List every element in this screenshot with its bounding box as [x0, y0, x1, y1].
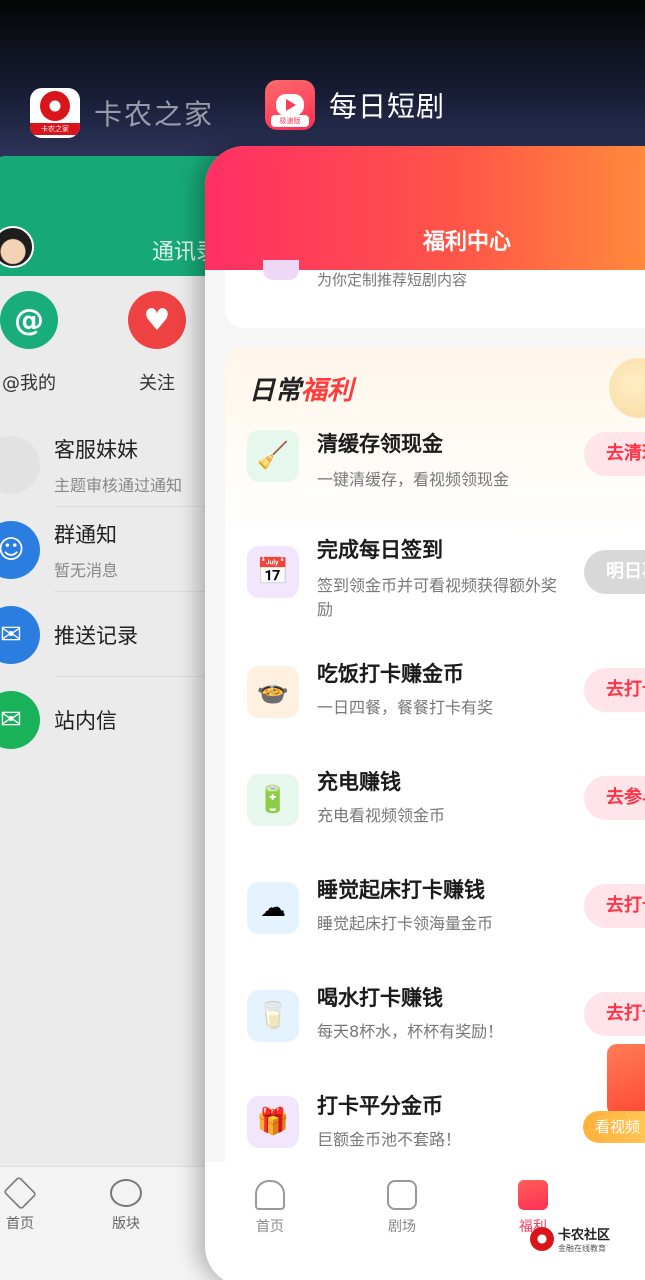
right-app-card[interactable]: 福利中心 为你定制推荐短剧内容 日常福利 🧹 清缓存领现金 一键清缓存，看视频领… — [205, 146, 645, 1280]
list-item-title: 站内信 — [54, 708, 117, 733]
task-name: 清缓存领现金 — [317, 432, 443, 456]
task-desc: 一日四餐，餐餐打卡有奖 — [317, 698, 494, 717]
heart-plus-icon: ♥ — [128, 291, 186, 349]
task-name: 完成每日签到 — [317, 538, 443, 562]
promo-text: 为你定制推荐短剧内容 — [317, 271, 468, 289]
watermark: 卡农社区 金融在线教育 — [530, 1224, 610, 1254]
task-button[interactable]: 去清理 — [584, 432, 645, 476]
right-app-title: 每日短剧 — [329, 90, 446, 123]
task-desc: 一键清缓存，看视频领现金 — [317, 470, 510, 489]
watermark-title: 卡农社区 — [558, 1228, 611, 1243]
quick-action-label: @我的 — [2, 373, 56, 394]
theater-icon — [387, 1180, 417, 1210]
tab-boards[interactable]: 版块 — [110, 1179, 142, 1233]
task-row[interactable]: 🔋 充电赚钱 充电看视频领金币 去参与 — [225, 762, 645, 870]
list-item-subtitle: 暂无消息 — [54, 560, 119, 580]
list-item-title: 客服妹妹 — [54, 437, 138, 462]
list-item-subtitle: 主题审核通过通知 — [54, 475, 183, 495]
task-button[interactable]: 去打卡 — [584, 992, 645, 1036]
quick-action-mentions[interactable]: @ @我的 — [0, 291, 58, 395]
section-title-accent: 福利 — [301, 376, 354, 406]
task-button[interactable]: 去打卡 — [584, 668, 645, 712]
task-name: 喝水打卡赚钱 — [317, 986, 443, 1010]
at-icon: @ — [0, 291, 58, 349]
task-button[interactable]: 去参与 — [584, 776, 645, 820]
welfare-header: 福利中心 — [205, 146, 645, 270]
task-row[interactable]: 📅 完成每日签到 签到领金币并可看视频获得额外奖励 明日再来 — [225, 516, 645, 624]
moon-cloud-icon: ☁ — [247, 882, 299, 934]
avatar[interactable] — [0, 226, 34, 268]
gift-box-icon[interactable] — [607, 1044, 645, 1116]
task-name: 打卡平分金币 — [317, 1094, 443, 1118]
watch-video-button[interactable]: 看视频 — [583, 1111, 645, 1143]
calendar-check-icon: 📅 — [247, 546, 299, 598]
left-app-header[interactable]: 卡农之家 卡农之家 — [30, 88, 214, 138]
left-app-title: 卡农之家 — [94, 98, 215, 131]
home-diamond-icon — [3, 1176, 37, 1210]
task-row[interactable]: ☁ 睡觉起床打卡赚钱 睡觉起床打卡领海量金币 去打卡 — [225, 870, 645, 978]
tab-theater[interactable]: 剧场 — [387, 1180, 417, 1236]
task-row[interactable]: 🧹 清缓存领现金 一键清缓存，看视频领现金 去清理 — [225, 408, 645, 516]
task-button[interactable]: 去打卡 — [584, 884, 645, 928]
list-item-title: 群通知 — [54, 522, 117, 547]
home-icon — [255, 1180, 285, 1210]
daily-welfare-section: 日常福利 🧹 清缓存领现金 一键清缓存，看视频领现金 去清理 📅 完成每日签到 … — [225, 348, 645, 1208]
board-icon — [110, 1179, 142, 1207]
watermark-subtitle: 金融在线教育 — [558, 1244, 606, 1253]
water-glass-icon: 🥛 — [247, 990, 299, 1042]
task-button[interactable]: 明日再来 — [584, 550, 645, 594]
list-item-title: 推送记录 — [54, 623, 138, 648]
avatar-placeholder-icon — [0, 435, 40, 494]
drama-tv-icon: 极速版 — [265, 80, 315, 130]
tab-label: 剧场 — [388, 1219, 416, 1235]
right-app-header[interactable]: 极速版 每日短剧 — [265, 80, 445, 130]
tab-home[interactable]: 首页 — [255, 1180, 285, 1236]
quick-action-follow[interactable]: ♥ 关注 — [128, 291, 186, 395]
kanong-logo-icon: 卡农之家 — [30, 88, 80, 138]
task-desc: 巨额金币池不套路！ — [317, 1130, 462, 1149]
welfare-icon — [518, 1180, 548, 1210]
section-title-plain: 日常 — [249, 376, 302, 406]
tab-label: 首页 — [6, 1216, 34, 1232]
mail-icon: ✉ — [0, 690, 40, 749]
food-bowl-icon: 🍲 — [247, 666, 299, 718]
promo-icon — [263, 260, 299, 280]
app-badge: 极速版 — [271, 115, 309, 127]
task-row[interactable]: 🥛 喝水打卡赚钱 每天8杯水，杯杯有奖励！ 去打卡 — [225, 978, 645, 1086]
battery-icon: 🔋 — [247, 774, 299, 826]
task-desc: 签到领金币并可看视频获得额外奖励 — [317, 576, 558, 619]
kanong-watermark-logo-icon — [530, 1227, 554, 1251]
section-title: 日常福利 — [249, 370, 353, 407]
broom-icon: 🧹 — [247, 430, 299, 482]
treasure-box-icon: 🎁 — [247, 1096, 299, 1148]
task-desc: 充电看视频领金币 — [317, 806, 446, 825]
tab-label: 首页 — [256, 1219, 284, 1235]
task-desc: 睡觉起床打卡领海量金币 — [317, 914, 494, 933]
task-name: 睡觉起床打卡赚钱 — [317, 878, 485, 902]
kanong-logo-caption: 卡农之家 — [30, 123, 80, 135]
inbox-icon: ✉ — [0, 605, 40, 664]
task-name: 充电赚钱 — [317, 770, 401, 794]
tab-label: 版块 — [112, 1216, 140, 1232]
task-name: 吃饭打卡赚金币 — [317, 662, 464, 686]
task-desc: 每天8杯水，杯杯有奖励！ — [317, 1022, 504, 1041]
page-title: 福利中心 — [422, 230, 511, 255]
tab-home[interactable]: 首页 — [3, 1176, 37, 1233]
quick-action-label: 关注 — [139, 373, 175, 394]
right-bottom-tabbar: 首页 剧场 福利 — [205, 1162, 645, 1280]
promo-card[interactable]: 为你定制推荐短剧内容 — [225, 260, 645, 328]
task-row[interactable]: 🍲 吃饭打卡赚金币 一日四餐，餐餐打卡有奖 去打卡 — [225, 654, 645, 762]
quick-actions: @ @我的 ♥ 关注 — [0, 291, 186, 395]
group-icon: ☺ — [0, 520, 40, 579]
